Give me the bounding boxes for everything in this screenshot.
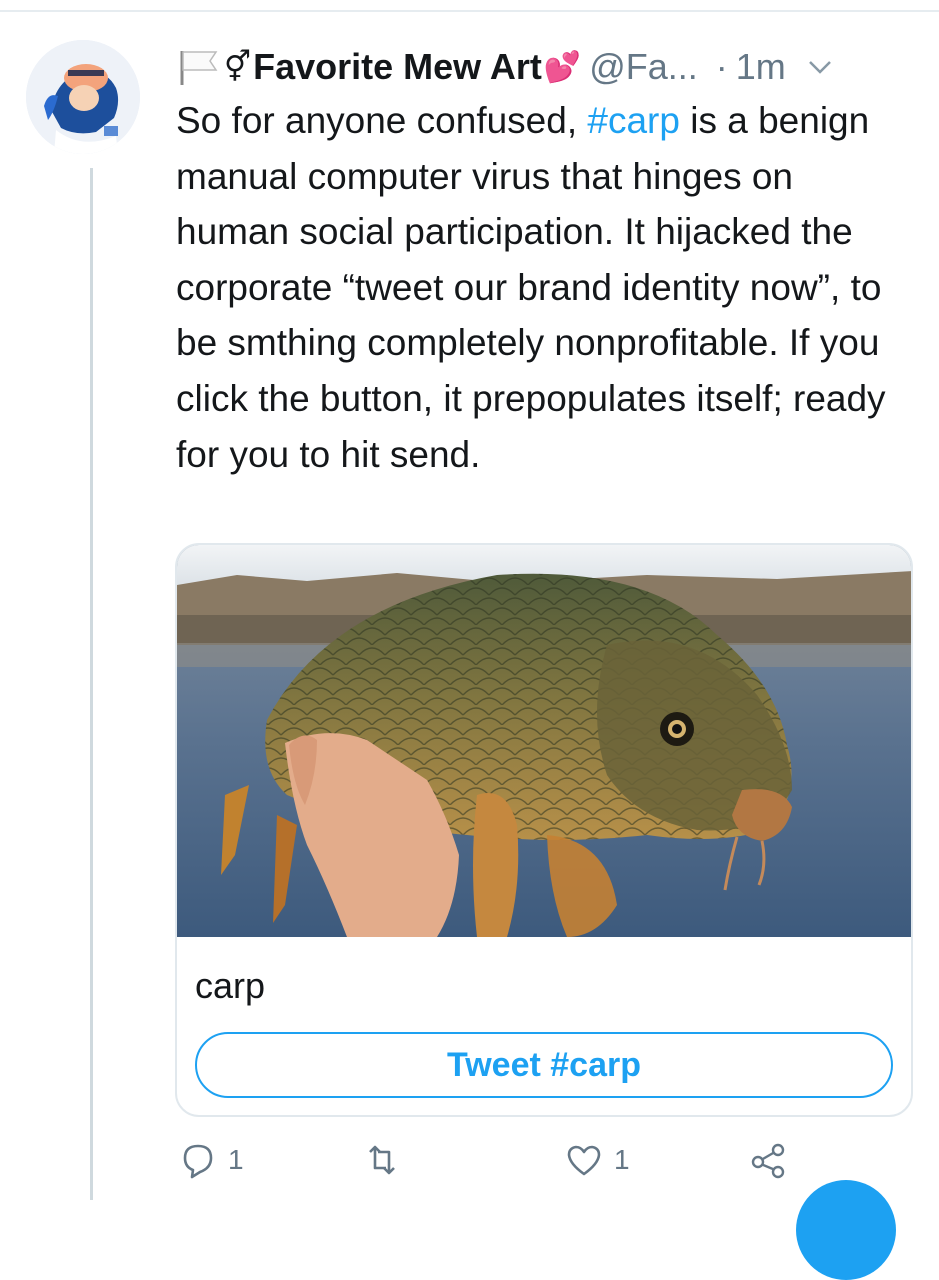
like-count: 1: [614, 1144, 630, 1175]
tweet-text-segment: is a benign manual computer virus that h…: [176, 100, 886, 475]
reply-count: 1: [228, 1144, 244, 1175]
retweet-icon: [369, 1145, 395, 1175]
share-action[interactable]: [748, 1140, 788, 1180]
top-divider: [0, 10, 939, 12]
display-name[interactable]: Favorite Mew Art: [253, 46, 542, 88]
tweet-header: ⚥ Favorite Mew Art 💕 @Fa... · 1m: [176, 44, 916, 90]
heart-emoji-icon: 💕: [543, 49, 582, 85]
link-card[interactable]: carp Tweet #carp: [175, 543, 913, 1117]
tweet-hashtag-button[interactable]: Tweet #carp: [195, 1032, 893, 1098]
compose-fab-button[interactable]: [796, 1180, 896, 1280]
caret-down-icon[interactable]: [808, 59, 832, 75]
card-title: carp: [195, 965, 266, 1006]
reply-icon: [183, 1144, 213, 1179]
user-handle[interactable]: @Fa...: [589, 46, 698, 88]
action-bar: 1 1: [0, 1140, 939, 1190]
tweet-text: So for anyone confused, #carp is a benig…: [176, 93, 916, 482]
avatar[interactable]: [26, 40, 140, 154]
gender-symbol-icon: ⚥: [224, 49, 252, 85]
like-action[interactable]: 1: [564, 1140, 630, 1180]
hashtag-link[interactable]: #carp: [587, 100, 680, 141]
retweet-action[interactable]: [362, 1140, 412, 1180]
share-icon: [751, 1143, 785, 1179]
like-icon: [567, 1145, 601, 1176]
flag-icon: [180, 51, 218, 85]
separator-dot: ·: [715, 46, 728, 87]
avatar-art-icon: [26, 40, 140, 154]
tweet-text-segment: So for anyone confused,: [176, 100, 588, 141]
timestamp[interactable]: 1m: [736, 46, 786, 88]
carp-photo: [177, 545, 911, 937]
thread-line: [90, 168, 93, 1200]
reply-action[interactable]: 1: [178, 1140, 244, 1180]
